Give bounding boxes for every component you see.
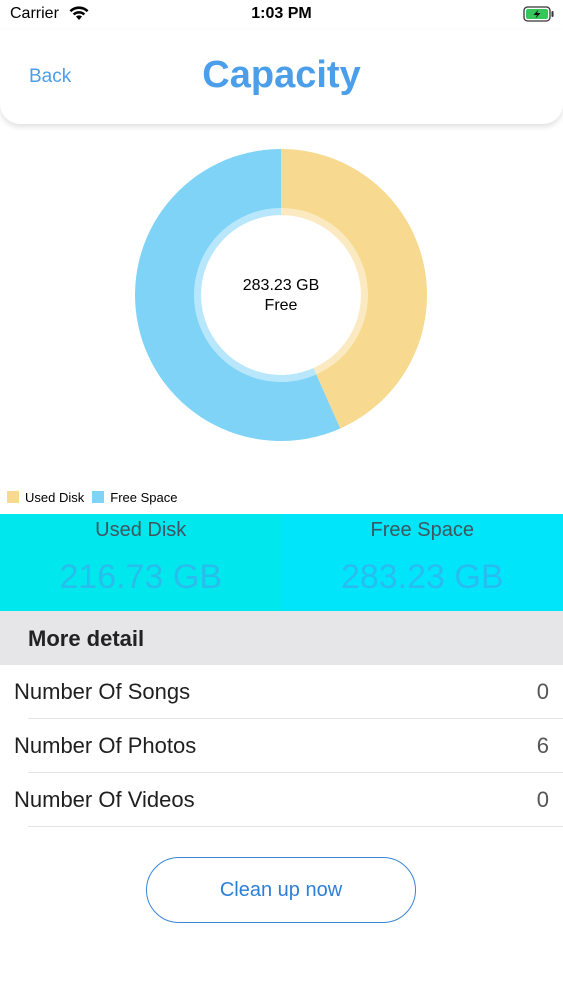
used-disk-label: Used Disk [95,519,187,541]
clock: 1:03 PM [251,5,312,22]
capacity-summary: Used Disk 216.73 GB Free Space 283.23 GB [0,514,563,611]
donut-center-label: 283.23 GB Free [206,276,356,316]
clean-up-button[interactable]: Clean up now [146,857,416,923]
nav-bar: Back Capacity [0,30,563,124]
legend-label-free: Free Space [110,489,178,505]
free-space-value: 283.23 GB [340,558,504,596]
videos-count-value: 0 [536,787,549,812]
status-bar: Carrier 1:03 PM [0,0,563,30]
list-item: Number Of Videos 0 [0,773,563,827]
list-item: Number Of Songs 0 [0,665,563,719]
legend-swatch-free [92,491,105,503]
free-space-summary: Free Space 283.23 GB [281,514,563,611]
page-title: Capacity [202,54,361,96]
more-detail-header: More detail [0,611,563,665]
legend-swatch-used [7,491,19,503]
legend-label-used: Used Disk [25,489,85,505]
photos-count-label: Number Of Photos [14,733,197,758]
legend-item-used: Used Disk [7,490,84,505]
more-detail-title: More detail [28,626,145,651]
battery-charging-icon [523,6,555,27]
photos-count-value: 6 [536,733,549,758]
donut-center-caption: Free [264,297,298,314]
list-item: Number Of Photos 6 [0,719,563,773]
chart-legend: Used Disk Free Space [7,489,185,505]
donut-center-value: 283.23 GB [242,277,320,294]
free-space-label: Free Space [370,519,474,541]
songs-count-label: Number Of Songs [14,679,191,704]
used-disk-summary: Used Disk 216.73 GB [0,514,282,611]
videos-count-label: Number Of Videos [14,787,195,812]
songs-count-value: 0 [536,679,549,704]
legend-item-free: Free Space [92,490,177,505]
row-divider [28,826,563,827]
used-disk-value: 216.73 GB [59,558,223,596]
